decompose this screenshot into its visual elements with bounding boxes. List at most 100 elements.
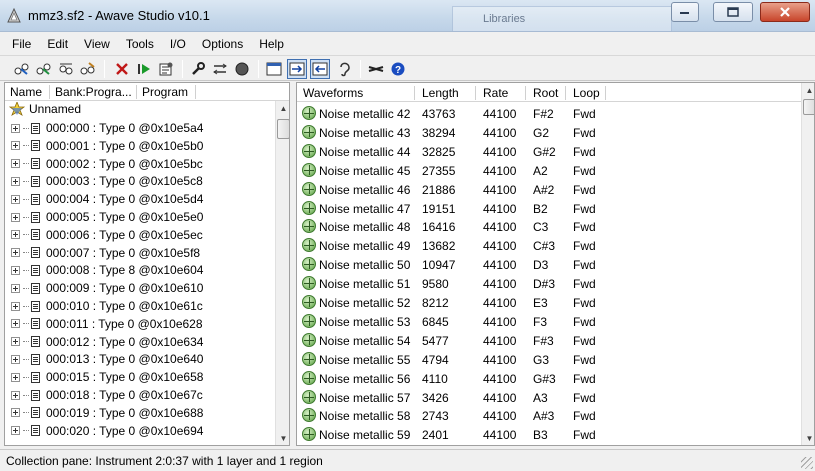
tree-item[interactable]: 000:001 : Type 0 @0x10e5b0 (11, 137, 203, 155)
menu-options[interactable]: Options (194, 34, 251, 54)
tree-item[interactable]: 000:015 : Type 0 @0x10e658 (11, 368, 203, 386)
column-header-rate[interactable]: Rate (483, 86, 508, 100)
expand-toggle[interactable] (11, 194, 20, 204)
expand-toggle[interactable] (11, 408, 20, 418)
waveform-row[interactable]: Noise metallic 57 3426 44100 A3 Fwd (297, 388, 801, 407)
waveform-row[interactable]: Noise metallic 45 27355 44100 A2 Fwd (297, 161, 801, 180)
waveform-row[interactable]: Noise metallic 54 5477 44100 F#3 Fwd (297, 331, 801, 350)
tree-item[interactable]: 000:003 : Type 0 @0x10e5c8 (11, 172, 203, 190)
waveform-row[interactable]: Noise metallic 56 4110 44100 G#3 Fwd (297, 369, 801, 388)
scroll-down-button[interactable]: ▼ (276, 431, 289, 445)
tree-item[interactable]: 000:018 : Type 0 @0x10e67c (11, 386, 203, 404)
waveform-row[interactable]: Noise metallic 47 19151 44100 B2 Fwd (297, 199, 801, 218)
waveform-row[interactable]: Noise metallic 55 4794 44100 G3 Fwd (297, 350, 801, 369)
tree-item[interactable]: 000:009 : Type 0 @0x10e610 (11, 279, 203, 297)
menu-file[interactable]: File (4, 34, 39, 54)
expand-toggle[interactable] (11, 372, 20, 382)
scroll-up-button[interactable]: ▲ (276, 101, 289, 116)
expand-toggle[interactable] (11, 354, 20, 364)
expand-toggle[interactable] (11, 283, 20, 293)
scroll-down-button[interactable]: ▼ (802, 431, 814, 445)
collection-pane[interactable]: Name Bank:Progra... Program Unnamed 000:… (4, 82, 290, 446)
waveform-row[interactable]: Noise metallic 46 21886 44100 A#2 Fwd (297, 180, 801, 199)
waveform-row[interactable]: Noise metallic 48 16416 44100 C3 Fwd (297, 217, 801, 236)
minimize-button[interactable] (671, 2, 699, 22)
delete-button[interactable] (112, 59, 132, 79)
column-header-loop[interactable]: Loop (573, 86, 600, 100)
expand-toggle[interactable] (11, 123, 20, 133)
waveform-row[interactable]: Noise metallic 44 32825 44100 G#2 Fwd (297, 142, 801, 161)
expand-toggle[interactable] (11, 212, 20, 222)
menu-help[interactable]: Help (251, 34, 292, 54)
waveform-row[interactable]: Noise metallic 58 2743 44100 A#3 Fwd (297, 406, 801, 425)
tree-item[interactable]: 000:006 : Type 0 @0x10e5ec (11, 226, 203, 244)
tree-item[interactable]: 000:011 : Type 0 @0x10e628 (11, 315, 203, 333)
column-divider[interactable] (525, 86, 526, 100)
expand-toggle[interactable] (11, 301, 20, 311)
waveform-row[interactable]: Noise metallic 52 8212 44100 E3 Fwd (297, 293, 801, 312)
tree-item[interactable]: 000:010 : Type 0 @0x10e61c (11, 297, 203, 315)
record-button[interactable] (232, 59, 252, 79)
scroll-thumb[interactable] (277, 119, 289, 139)
properties-button[interactable] (156, 59, 176, 79)
column-divider[interactable] (195, 85, 196, 99)
scroll-thumb[interactable] (803, 99, 814, 115)
column-divider[interactable] (49, 85, 50, 99)
menu-edit[interactable]: Edit (39, 34, 76, 54)
collection-scrollbar[interactable]: ▲ ▼ (275, 101, 289, 445)
column-divider[interactable] (475, 86, 476, 100)
menu-tools[interactable]: Tools (118, 34, 162, 54)
column-header-waveforms[interactable]: Waveforms (303, 86, 363, 100)
expand-toggle[interactable] (11, 390, 20, 400)
convert-button[interactable] (56, 59, 76, 79)
menu-io[interactable]: I/O (162, 34, 194, 54)
export-button[interactable] (34, 59, 54, 79)
tree-item[interactable]: 000:002 : Type 0 @0x10e5bc (11, 155, 203, 173)
play-button[interactable] (134, 59, 154, 79)
expand-toggle[interactable] (11, 159, 20, 169)
waveform-row[interactable]: Noise metallic 50 10947 44100 D3 Fwd (297, 255, 801, 274)
maximize-button[interactable] (713, 2, 753, 22)
waveforms-pane[interactable]: Waveforms Length Rate Root Loop Noise me… (296, 82, 815, 446)
tree-item[interactable]: 000:020 : Type 0 @0x10e694 (11, 422, 203, 440)
listen-button[interactable] (334, 59, 354, 79)
compare-button[interactable] (210, 59, 230, 79)
expand-toggle[interactable] (11, 176, 20, 186)
cut-button[interactable] (366, 59, 386, 79)
tree-item[interactable]: 000:012 : Type 0 @0x10e634 (11, 333, 203, 351)
tree-item[interactable]: 000:005 : Type 0 @0x10e5e0 (11, 208, 203, 226)
close-button[interactable] (760, 2, 810, 22)
batch-button[interactable] (78, 59, 98, 79)
column-header-root[interactable]: Root (533, 86, 558, 100)
waveform-row[interactable]: Noise metallic 49 13682 44100 C#3 Fwd (297, 236, 801, 255)
tree-item[interactable]: 000:013 : Type 0 @0x10e640 (11, 350, 203, 368)
view-button[interactable] (264, 59, 284, 79)
column-divider[interactable] (605, 86, 606, 100)
expand-button[interactable] (287, 59, 307, 79)
column-header-length[interactable]: Length (422, 86, 459, 100)
menu-view[interactable]: View (76, 34, 118, 54)
scroll-up-button[interactable]: ▲ (802, 83, 814, 98)
column-divider[interactable] (565, 86, 566, 100)
waveform-row[interactable]: Noise metallic 59 2401 44100 B3 Fwd (297, 425, 801, 444)
expand-toggle[interactable] (11, 426, 20, 436)
expand-toggle[interactable] (11, 265, 20, 275)
resize-grip[interactable] (801, 457, 813, 469)
collapse-button[interactable] (310, 59, 330, 79)
help-button[interactable]: ? (388, 59, 408, 79)
column-divider[interactable] (136, 85, 137, 99)
waveform-row[interactable]: Noise metallic 43 38294 44100 G2 Fwd (297, 123, 801, 142)
tree-item[interactable]: 000:004 : Type 0 @0x10e5d4 (11, 190, 203, 208)
tree-item[interactable]: 000:000 : Type 0 @0x10e5a4 (11, 119, 203, 137)
waveform-row[interactable]: Noise metallic 42 43763 44100 F#2 Fwd (297, 104, 801, 123)
waveform-row[interactable]: Noise metallic 53 6845 44100 F3 Fwd (297, 312, 801, 331)
column-header-name[interactable]: Name (10, 85, 42, 99)
tree-item[interactable]: 000:019 : Type 0 @0x10e688 (11, 404, 203, 422)
column-header-program[interactable]: Program (142, 85, 188, 99)
expand-toggle[interactable] (11, 337, 20, 347)
column-divider[interactable] (414, 86, 415, 100)
tree-item[interactable]: 000:008 : Type 8 @0x10e604 (11, 261, 203, 279)
expand-toggle[interactable] (11, 319, 20, 329)
tree-item[interactable]: 000:007 : Type 0 @0x10e5f8 (11, 244, 200, 262)
expand-toggle[interactable] (11, 248, 20, 258)
